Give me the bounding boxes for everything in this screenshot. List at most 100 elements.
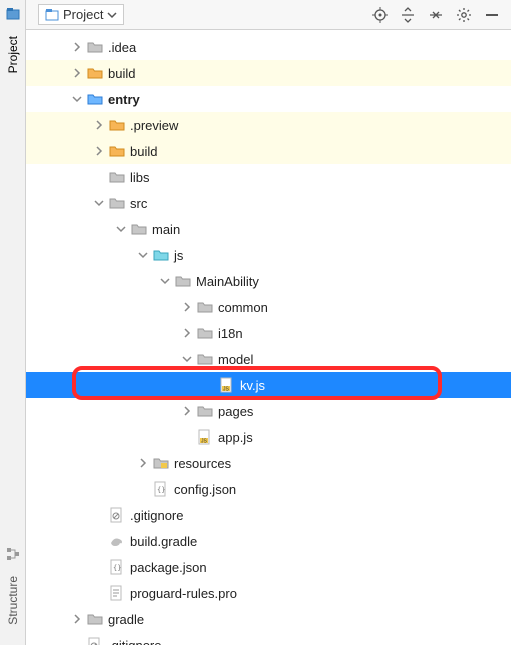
chevron-right-icon[interactable]	[136, 456, 150, 470]
tree-row[interactable]: main	[26, 216, 511, 242]
tree-row[interactable]: js	[26, 242, 511, 268]
tree-node-label: gradle	[108, 612, 144, 627]
project-tab[interactable]: Project	[4, 30, 22, 79]
tool-window-tabs: Project Structure	[0, 0, 26, 645]
tree-node-label: libs	[130, 170, 150, 185]
folder-orange-icon	[86, 64, 104, 82]
tree-row[interactable]: resources	[26, 450, 511, 476]
folder-gray-icon	[108, 194, 126, 212]
chevron-down-icon[interactable]	[136, 248, 150, 262]
main-panel: Project .idea build entry .preview build libs…	[26, 0, 511, 645]
hide-icon[interactable]	[481, 4, 503, 26]
tree-node-label: MainAbility	[196, 274, 259, 289]
tree-row[interactable]: {} config.json	[26, 476, 511, 502]
chevron-down-icon[interactable]	[180, 352, 194, 366]
folder-cyan-icon	[152, 246, 170, 264]
project-tab-icon[interactable]	[5, 6, 21, 22]
json-file-icon: {}	[152, 480, 170, 498]
gitignore-icon	[108, 506, 126, 524]
tree-node-label: entry	[108, 92, 140, 107]
tree-row[interactable]: {} package.json	[26, 554, 511, 580]
json-file-icon: {}	[108, 558, 126, 576]
tree-row[interactable]: proguard-rules.pro	[26, 580, 511, 606]
folder-gray-icon	[196, 350, 214, 368]
tree-node-label: app.js	[218, 430, 253, 445]
chevron-right-icon[interactable]	[70, 612, 84, 626]
chevron-down-icon[interactable]	[114, 222, 128, 236]
tree-node-label: .idea	[108, 40, 136, 55]
structure-tab[interactable]: Structure	[4, 570, 22, 631]
chevron-right-icon[interactable]	[70, 66, 84, 80]
tree-node-label: i18n	[218, 326, 243, 341]
tree-row[interactable]: .gitignore	[26, 502, 511, 528]
tree-row[interactable]: build	[26, 60, 511, 86]
chevron-right-icon[interactable]	[180, 300, 194, 314]
js-file-icon: JS	[196, 428, 214, 446]
tree-node-label: build	[108, 66, 135, 81]
tree-row[interactable]: build.gradle	[26, 528, 511, 554]
tree-node-label: kv.js	[240, 378, 265, 393]
tree-row[interactable]: JS kv.js	[26, 372, 511, 398]
tree-node-label: build.gradle	[130, 534, 197, 549]
chevron-down-icon	[107, 10, 117, 20]
tree-node-label: build	[130, 144, 157, 159]
tree-row[interactable]: entry	[26, 86, 511, 112]
tree-row[interactable]: .gitignore	[26, 632, 511, 645]
tree-node-label: main	[152, 222, 180, 237]
tree-row[interactable]: common	[26, 294, 511, 320]
chevron-right-icon[interactable]	[180, 404, 194, 418]
chevron-right-icon[interactable]	[92, 118, 106, 132]
gitignore-icon	[86, 636, 104, 645]
chevron-down-icon[interactable]	[158, 274, 172, 288]
folder-gray-icon	[108, 168, 126, 186]
svg-text:JS: JS	[201, 439, 208, 445]
tree-row[interactable]: MainAbility	[26, 268, 511, 294]
tree-row[interactable]: JS app.js	[26, 424, 511, 450]
tree-row[interactable]: pages	[26, 398, 511, 424]
tree-node-label: config.json	[174, 482, 236, 497]
locate-icon[interactable]	[369, 4, 391, 26]
folder-gray-icon	[174, 272, 192, 290]
tree-row[interactable]: src	[26, 190, 511, 216]
folder-gray-icon	[196, 324, 214, 342]
structure-tab-icon[interactable]	[5, 546, 21, 562]
tree-row[interactable]: i18n	[26, 320, 511, 346]
text-file-icon	[108, 584, 126, 602]
collapse-all-icon[interactable]	[397, 4, 419, 26]
tree-row[interactable]: .preview	[26, 112, 511, 138]
svg-text:JS: JS	[223, 387, 230, 393]
folder-gray-icon	[130, 220, 148, 238]
chevron-right-icon[interactable]	[180, 326, 194, 340]
folder-gray-icon	[86, 38, 104, 56]
chevron-down-icon[interactable]	[92, 196, 106, 210]
tree-row[interactable]: .idea	[26, 34, 511, 60]
project-view-selector[interactable]: Project	[38, 4, 124, 25]
folder-orange-icon	[108, 142, 126, 160]
tree-node-label: model	[218, 352, 253, 367]
js-file-icon: JS	[218, 376, 236, 394]
chevron-right-icon[interactable]	[92, 144, 106, 158]
expand-all-icon[interactable]	[425, 4, 447, 26]
tree-node-label: common	[218, 300, 268, 315]
chevron-down-icon[interactable]	[70, 92, 84, 106]
tree-node-label: proguard-rules.pro	[130, 586, 237, 601]
tree-node-label: js	[174, 248, 183, 263]
tree-node-label: .gitignore	[130, 508, 183, 523]
project-tree[interactable]: .idea build entry .preview build libs src main j…	[26, 30, 511, 645]
tree-row[interactable]: libs	[26, 164, 511, 190]
folder-res-icon	[152, 454, 170, 472]
tree-row[interactable]: gradle	[26, 606, 511, 632]
tree-node-label: .preview	[130, 118, 178, 133]
tree-node-label: package.json	[130, 560, 207, 575]
folder-blue-icon	[86, 90, 104, 108]
settings-icon[interactable]	[453, 4, 475, 26]
project-view-label: Project	[63, 7, 103, 22]
folder-orange-icon	[108, 116, 126, 134]
project-toolbar: Project	[26, 0, 511, 30]
tree-node-label: pages	[218, 404, 253, 419]
tree-row[interactable]: build	[26, 138, 511, 164]
chevron-right-icon[interactable]	[70, 40, 84, 54]
folder-gray-icon	[196, 298, 214, 316]
tree-row[interactable]: model	[26, 346, 511, 372]
tree-node-label: resources	[174, 456, 231, 471]
